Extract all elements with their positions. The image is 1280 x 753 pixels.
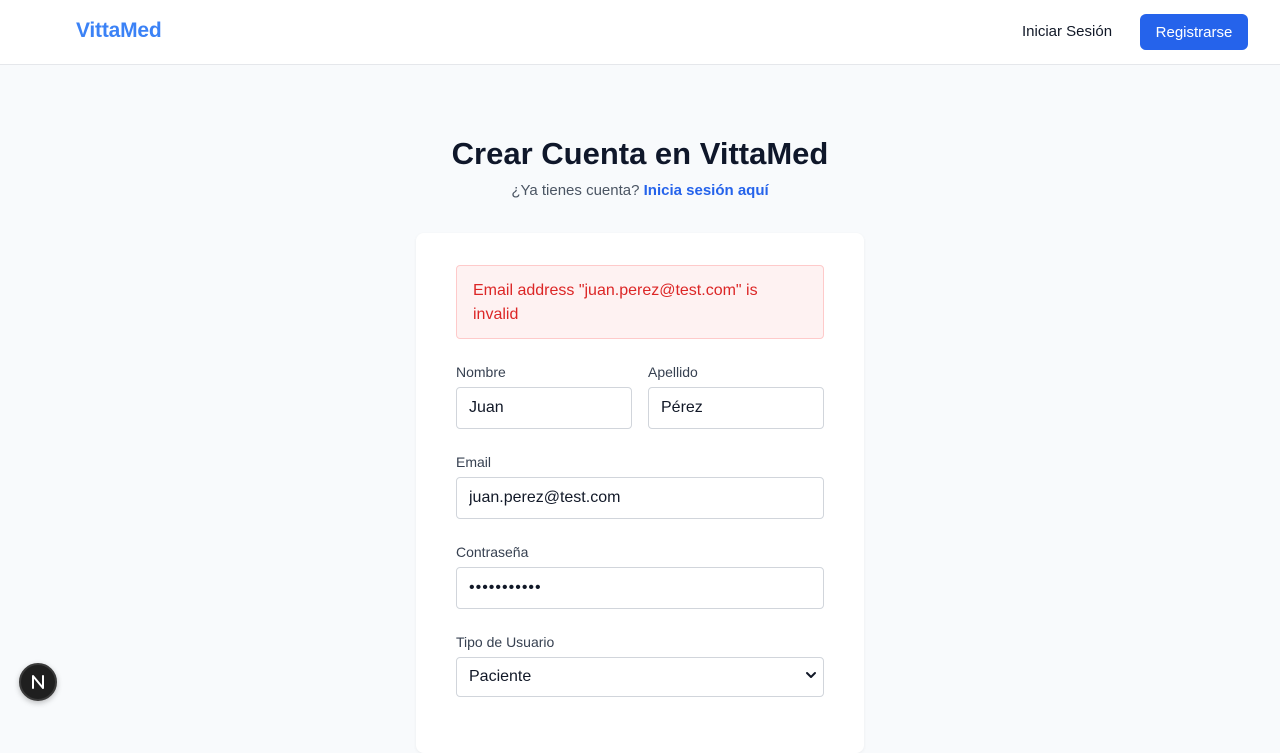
first-name-input[interactable] xyxy=(456,387,632,429)
last-name-input[interactable] xyxy=(648,387,824,429)
last-name-label: Apellido xyxy=(648,364,698,380)
user-type-label: Tipo de Usuario xyxy=(456,634,555,650)
email-label: Email xyxy=(456,454,492,470)
register-form-card: Email address "juan.perez@test.com" is i… xyxy=(416,233,864,753)
brand-logo[interactable]: VittaMed xyxy=(76,19,162,43)
password-label: Contraseña xyxy=(456,544,529,560)
top-navbar: VittaMed Iniciar Sesión Registrarse xyxy=(0,0,1280,65)
register-button[interactable]: Registrarse xyxy=(1140,14,1248,50)
first-name-label: Nombre xyxy=(456,364,506,380)
login-prompt: ¿Ya tienes cuenta? Inicia sesión aquí xyxy=(0,182,1280,199)
chevron-down-icon xyxy=(806,672,816,678)
email-input[interactable] xyxy=(456,477,824,519)
password-input[interactable] xyxy=(456,567,824,609)
error-alert: Email address "juan.perez@test.com" is i… xyxy=(456,265,824,339)
login-link[interactable]: Iniciar Sesión xyxy=(1022,23,1112,40)
nextjs-logo-icon[interactable] xyxy=(19,663,57,701)
n-letter-icon xyxy=(32,675,44,689)
user-type-selected: Paciente xyxy=(469,668,532,685)
page-title: Crear Cuenta en VittaMed xyxy=(451,136,829,171)
user-type-select[interactable]: Paciente xyxy=(456,657,824,697)
login-prompt-text: ¿Ya tienes cuenta? xyxy=(511,182,644,199)
login-here-link[interactable]: Inicia sesión aquí xyxy=(644,182,769,199)
